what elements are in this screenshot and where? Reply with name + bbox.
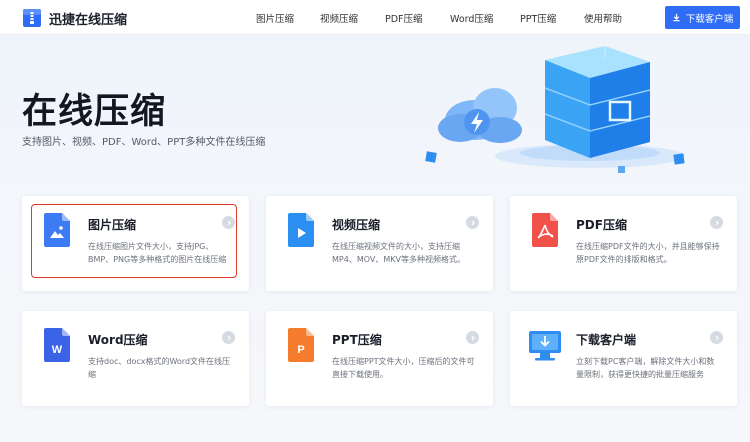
nav-video-compress[interactable]: 视频压缩: [320, 11, 358, 25]
page-title: 在线压缩: [22, 92, 167, 132]
word-file-icon: W: [44, 328, 70, 362]
chevron-right-icon[interactable]: [222, 331, 235, 344]
card-description: 支持doc、docx格式的Word文件在线压缩: [88, 357, 231, 379]
card-description: 立刻下载PC客户端，解除文件大小和数量限制，获得更快捷的批量压缩服务: [576, 357, 715, 379]
main-nav: 图片压缩 视频压缩 PDF压缩 Word压缩 PPT压缩 使用帮助: [0, 11, 750, 25]
download-client-label: 下载客户端: [685, 13, 734, 25]
download-icon: [673, 13, 680, 22]
page-subtitle: 支持图片、视频、PDF、Word、PPT多种文件在线压缩: [22, 137, 266, 148]
nav-help[interactable]: 使用帮助: [584, 11, 622, 25]
card-description: 在线压缩PDF文件的大小，并且能够保持原PDF文件的排版和格式。: [576, 242, 720, 264]
card-ppt-compress[interactable]: P PPT压缩 在线压缩PPT文件大小，压缩后的文件可直接下载使用。: [266, 311, 493, 406]
card-pdf-compress[interactable]: PDF压缩 在线压缩PDF文件的大小，并且能够保持原PDF文件的排版和格式。: [510, 196, 737, 291]
cube-icon: [544, 46, 651, 158]
compression-cube-illustration: [425, 46, 685, 173]
top-header: 迅捷在线压缩 图片压缩 视频压缩 PDF压缩 Word压缩 PPT压缩 使用帮助…: [0, 0, 750, 35]
chevron-right-icon[interactable]: [466, 216, 479, 229]
chevron-right-icon[interactable]: [466, 331, 479, 344]
card-title: PPT压缩: [332, 333, 382, 347]
cloud-lightning-icon: [438, 88, 522, 143]
card-download-client[interactable]: 下载客户端 立刻下载PC客户端，解除文件大小和数量限制，获得更快捷的批量压缩服务: [510, 311, 737, 406]
desktop-download-icon: [529, 331, 561, 361]
pdf-file-icon: [532, 213, 558, 247]
card-image-compress[interactable]: 图片压缩 在线压缩图片文件大小，支持JPG、BMP、PNG等多种格式的图片在线压…: [22, 196, 249, 291]
card-title: 下载客户端: [576, 333, 637, 347]
card-video-compress[interactable]: 视频压缩 在线压缩视频文件的大小，支持压缩MP4、MOV、MKV等多种视频格式。: [266, 196, 493, 291]
download-client-button[interactable]: 下载客户端: [665, 6, 740, 29]
video-file-icon: [288, 213, 314, 247]
nav-ppt-compress[interactable]: PPT压缩: [520, 11, 556, 25]
card-word-compress[interactable]: W Word压缩 支持doc、docx格式的Word文件在线压缩: [22, 311, 249, 406]
svg-text:W: W: [52, 344, 63, 356]
svg-text:P: P: [297, 344, 304, 356]
nav-image-compress[interactable]: 图片压缩: [256, 11, 294, 25]
card-title: Word压缩: [88, 333, 148, 347]
card-description: 在线压缩视频文件的大小，支持压缩MP4、MOV、MKV等多种视频格式。: [332, 242, 465, 264]
nav-pdf-compress[interactable]: PDF压缩: [385, 11, 423, 25]
chevron-right-icon[interactable]: [222, 216, 235, 229]
card-title: 图片压缩: [88, 218, 137, 232]
ppt-file-icon: P: [288, 328, 314, 362]
card-description: 在线压缩PPT文件大小，压缩后的文件可直接下载使用。: [332, 357, 475, 379]
chevron-right-icon[interactable]: [710, 331, 723, 344]
card-title: 视频压缩: [332, 218, 381, 232]
image-file-icon: [44, 213, 70, 247]
chevron-right-icon[interactable]: [710, 216, 723, 229]
card-title: PDF压缩: [576, 218, 627, 232]
nav-word-compress[interactable]: Word压缩: [450, 11, 493, 25]
card-description: 在线压缩图片文件大小，支持JPG、BMP、PNG等多种格式的图片在线压缩: [88, 242, 227, 264]
